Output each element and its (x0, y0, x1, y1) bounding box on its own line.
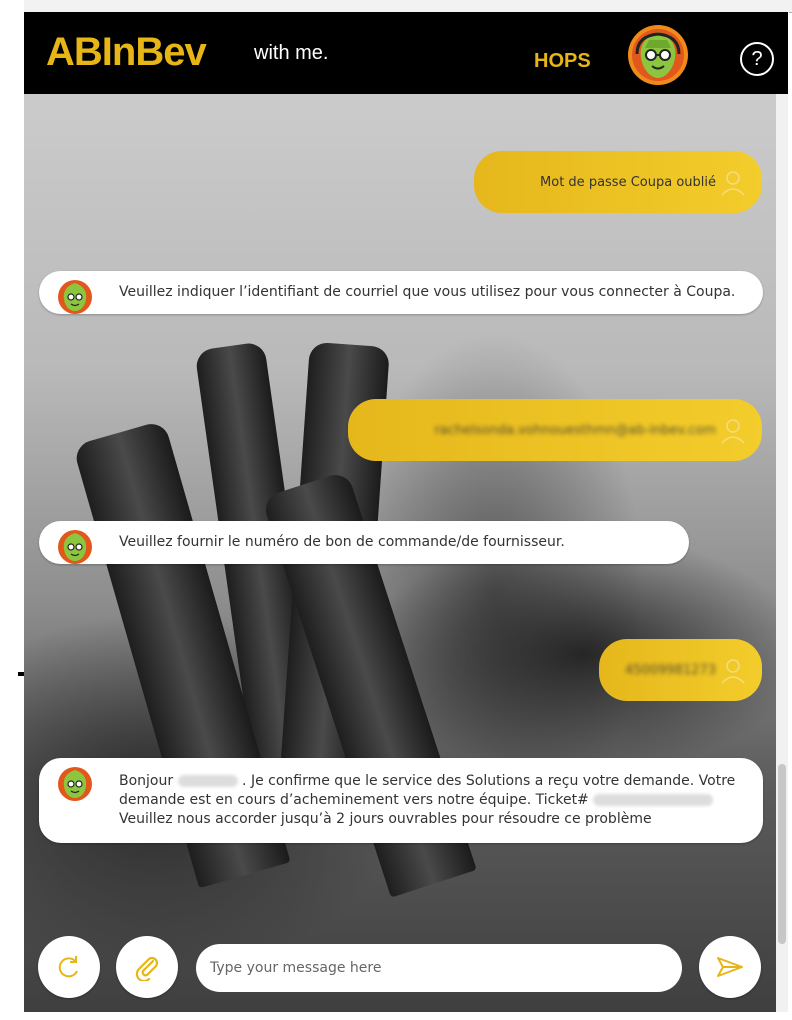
message-input[interactable] (196, 944, 682, 992)
user-icon (721, 659, 745, 684)
chat-area: Mot de passe Coupa oublié Veuillez indiq… (24, 94, 776, 1012)
user-message-text: Mot de passe Coupa oublié (540, 174, 716, 190)
message-input-bar (24, 920, 776, 1012)
user-message: rachelsonda.vohnouesthmn@ab-inbev.com (348, 399, 762, 461)
hops-avatar-icon (58, 530, 92, 564)
bot-message-text: Veuillez fournir le numéro de bon de com… (119, 534, 565, 550)
chat-header: ABInBev with me. HOPS ? (24, 12, 788, 94)
chat-scrollbar[interactable] (776, 94, 788, 1012)
bot-message-greeting: Bonjour (119, 773, 174, 789)
hops-avatar-icon (58, 280, 92, 314)
bot-message-text-end: Veuillez nous accorder jusqu’à 2 jours o… (119, 811, 652, 827)
logo-tagline: with me. (254, 42, 329, 64)
user-icon (721, 419, 745, 444)
user-message: Mot de passe Coupa oublié (474, 151, 762, 213)
bot-name: HOPS (534, 50, 591, 72)
user-message: 45009981273 (599, 639, 762, 701)
bot-message: Veuillez indiquer l’identifiant de courr… (39, 271, 763, 314)
redacted-ticket (593, 794, 714, 806)
chat-window: ABInBev with me. HOPS ? Mot de passe Cou… (24, 12, 788, 1012)
abinbev-logo: ABInBev (46, 30, 207, 74)
send-button[interactable] (699, 936, 761, 998)
scrollbar-thumb[interactable] (778, 764, 786, 944)
refresh-icon (58, 956, 78, 978)
attach-button[interactable] (116, 936, 178, 998)
paperclip-icon (135, 956, 159, 981)
bot-message-text: Veuillez indiquer l’identifiant de courr… (119, 284, 736, 300)
hops-avatar-icon (58, 767, 92, 801)
user-message-text: 45009981273 (625, 662, 716, 678)
help-button[interactable]: ? (740, 42, 774, 76)
user-icon (721, 171, 745, 196)
user-message-text: rachelsonda.vohnouesthmn@ab-inbev.com (434, 422, 716, 438)
refresh-button[interactable] (38, 936, 100, 998)
send-icon (717, 957, 743, 977)
bot-message: Bonjour . Je confirme que le service des… (39, 758, 763, 843)
redacted-name (177, 775, 238, 787)
bot-message: Veuillez fournir le numéro de bon de com… (39, 521, 689, 564)
hops-avatar-icon (628, 25, 688, 85)
